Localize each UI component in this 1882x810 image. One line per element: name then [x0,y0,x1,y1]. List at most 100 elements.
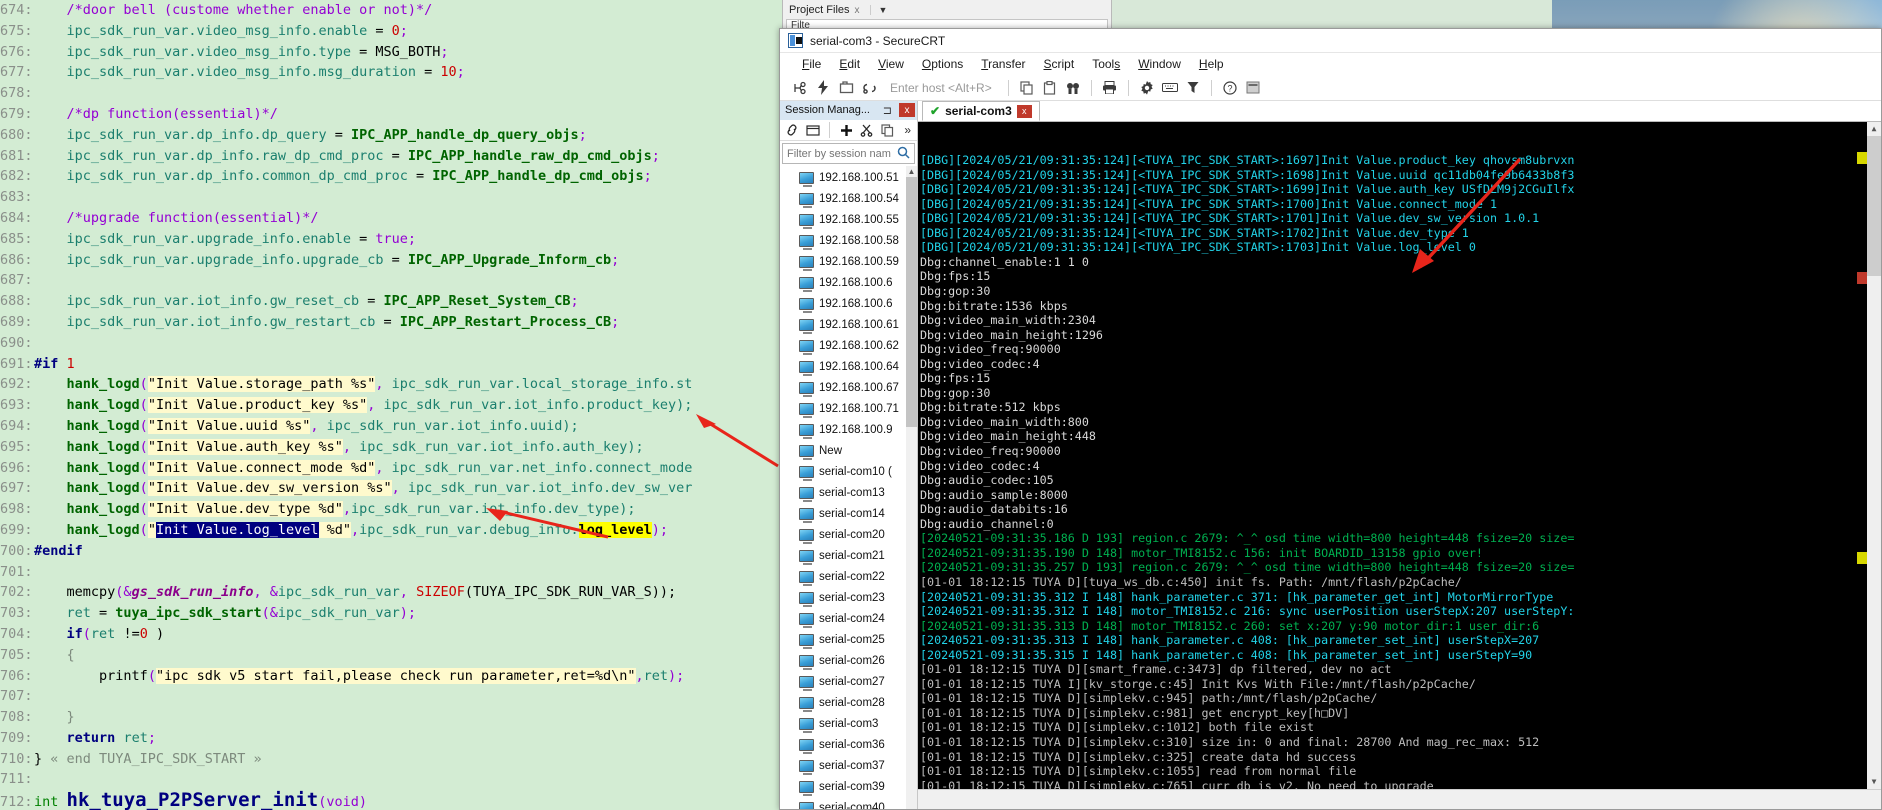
list-item[interactable]: 192.168.100.71 [780,398,917,419]
search-icon[interactable] [893,146,914,162]
scroll-thumb[interactable] [1867,136,1881,276]
list-item[interactable]: serial-com26 [780,650,917,671]
securecrt-titlebar[interactable]: serial-com3 - SecureCRT [780,29,1881,53]
code-line[interactable]: 693: hank_logd("Init Value.product_key %… [0,395,782,416]
list-item[interactable]: serial-com37 [780,755,917,776]
code-line[interactable]: 678: [0,83,782,104]
list-item[interactable]: 192.168.100.51 [780,167,917,188]
code-line[interactable]: 705: { [0,645,782,666]
terminal-output[interactable]: [DBG][2024/05/21/09:31:35:124][<TUYA_IPC… [918,122,1881,789]
menu-edit[interactable]: Edit [831,55,868,73]
code-line[interactable]: 686: ipc_sdk_run_var.upgrade_info.upgrad… [0,250,782,271]
list-item[interactable]: serial-com28 [780,692,917,713]
list-item[interactable]: serial-com21 [780,545,917,566]
menu-window[interactable]: Window [1130,55,1189,73]
print-icon[interactable] [1100,78,1120,98]
help-icon[interactable]: ? [1220,78,1240,98]
list-item[interactable]: serial-com22 [780,566,917,587]
close-icon[interactable]: x [1016,104,1032,118]
list-item[interactable]: 192.168.100.55 [780,209,917,230]
code-line[interactable]: 692: hank_logd("Init Value.storage_path … [0,374,782,395]
code-line[interactable]: 681: ipc_sdk_run_var.dp_info.raw_dp_cmd_… [0,146,782,167]
close-icon[interactable]: x [855,5,860,16]
close-icon[interactable]: x [899,103,915,118]
list-item[interactable]: serial-com14 [780,503,917,524]
list-item[interactable]: serial-com25 [780,629,917,650]
folder-icon[interactable] [804,121,823,139]
list-item[interactable]: serial-com23 [780,587,917,608]
list-item[interactable]: 192.168.100.62 [780,335,917,356]
code-line[interactable]: 708: } [0,707,782,728]
quick-connect-icon[interactable] [813,78,833,98]
list-item[interactable]: serial-com13 [780,482,917,503]
code-line[interactable]: 679: /*dp function(essential)*/ [0,104,782,125]
keyboard-icon[interactable] [1160,78,1180,98]
menu-options[interactable]: Options [914,55,971,73]
code-line[interactable]: 694: hank_logd("Init Value.uuid %s", ipc… [0,416,782,437]
code-line[interactable]: 682: ipc_sdk_run_var.dp_info.common_dp_c… [0,166,782,187]
code-line[interactable]: 680: ipc_sdk_run_var.dp_info.dp_query = … [0,125,782,146]
code-line[interactable]: 712:int hk_tuya_P2PServer_init(void) [0,790,782,810]
menu-view[interactable]: View [870,55,912,73]
code-line[interactable]: 701: [0,562,782,583]
code-line[interactable]: 685: ipc_sdk_run_var.upgrade_info.enable… [0,229,782,250]
scroll-up-icon[interactable]: ▲ [1867,122,1881,136]
scroll-up-icon[interactable]: ▲ [906,166,917,178]
code-line[interactable]: 698: hank_logd("Init Value.dev_type %d",… [0,499,782,520]
list-item[interactable]: 192.168.100.58 [780,230,917,251]
gear-icon[interactable] [1137,78,1157,98]
code-line[interactable]: 696: hank_logd("Init Value.connect_mode … [0,458,782,479]
code-line[interactable]: 700:#endif [0,541,782,562]
code-line[interactable]: 707: [0,686,782,707]
overflow-icon[interactable]: » [898,121,917,139]
filter-icon[interactable] [1183,78,1203,98]
connect-icon[interactable] [790,78,810,98]
code-line[interactable]: 675: ipc_sdk_run_var.video_msg_info.enab… [0,21,782,42]
paste-icon[interactable] [1040,78,1060,98]
list-item[interactable]: 192.168.100.54 [780,188,917,209]
code-line[interactable]: 674: /*door bell (custome whether enable… [0,0,782,21]
code-line[interactable]: 711: [0,769,782,790]
code-line[interactable]: 702: memcpy(&gs_sdk_run_info, &ipc_sdk_r… [0,582,782,603]
cut-icon[interactable] [857,121,876,139]
menu-file[interactable]: File [794,55,829,73]
code-line[interactable]: 683: [0,187,782,208]
terminal-tab-strip[interactable]: ✔ serial-com3 x [918,101,1881,122]
code-line[interactable]: 704: if(ret !=0 ) [0,624,782,645]
toolbar[interactable]: Enter host <Alt+R> ? [780,75,1881,101]
find-icon[interactable] [1063,78,1083,98]
list-item[interactable]: serial-com3 [780,713,917,734]
tab-serial-com3[interactable]: ✔ serial-com3 x [922,101,1040,121]
project-files-tab[interactable]: Project Files x ▼ [783,0,1111,18]
terminal-pane[interactable]: ✔ serial-com3 x [DBG][2024/05/21/09:31:3… [918,101,1881,809]
copy-icon[interactable] [1017,78,1037,98]
menu-help[interactable]: Help [1191,55,1232,73]
list-item[interactable]: serial-com27 [780,671,917,692]
list-item[interactable]: serial-com40 [780,797,917,809]
menu-bar[interactable]: File Edit View Options Transfer Script Tools Wi… [780,53,1881,75]
code-line[interactable]: 697: hank_logd("Init Value.dev_sw_versio… [0,478,782,499]
code-line[interactable]: 709: return ret; [0,728,782,749]
scroll-down-icon[interactable]: ▼ [1867,775,1881,789]
chevron-down-icon[interactable]: ▼ [869,5,887,15]
menu-script[interactable]: Script [1036,55,1083,73]
list-item[interactable]: 192.168.100.61 [780,314,917,335]
copy-icon[interactable] [878,121,897,139]
code-line[interactable]: 677: ipc_sdk_run_var.video_msg_info.msg_… [0,62,782,83]
link-icon[interactable] [783,121,802,139]
list-item[interactable]: 192.168.100.9 [780,419,917,440]
about-icon[interactable] [1243,78,1263,98]
host-input[interactable]: Enter host <Alt+R> [882,81,1000,95]
code-editor-window[interactable]: 674: /*door bell (custome whether enable… [0,0,782,810]
code-line[interactable]: 703: ret = tuya_ipc_sdk_start(&ipc_sdk_r… [0,603,782,624]
session-list[interactable]: ▲ 192.168.100.51 192.168.100.54 192.168.10… [780,166,917,809]
code-line[interactable]: 710:} « end TUYA_IPC_SDK_START » [0,749,782,770]
code-line[interactable]: 699: hank_logd("Init Value.log_level %d"… [0,520,782,541]
list-item[interactable]: 192.168.100.64 [780,356,917,377]
list-item[interactable]: 192.168.100.67 [780,377,917,398]
reconnect-icon[interactable] [859,78,879,98]
pin-icon[interactable]: ⊐ [880,104,895,117]
session-filter-input[interactable] [783,146,893,161]
securecrt-window[interactable]: serial-com3 - SecureCRT File Edit View Opti… [779,28,1882,810]
session-manager-toolbar[interactable]: » [780,119,917,142]
